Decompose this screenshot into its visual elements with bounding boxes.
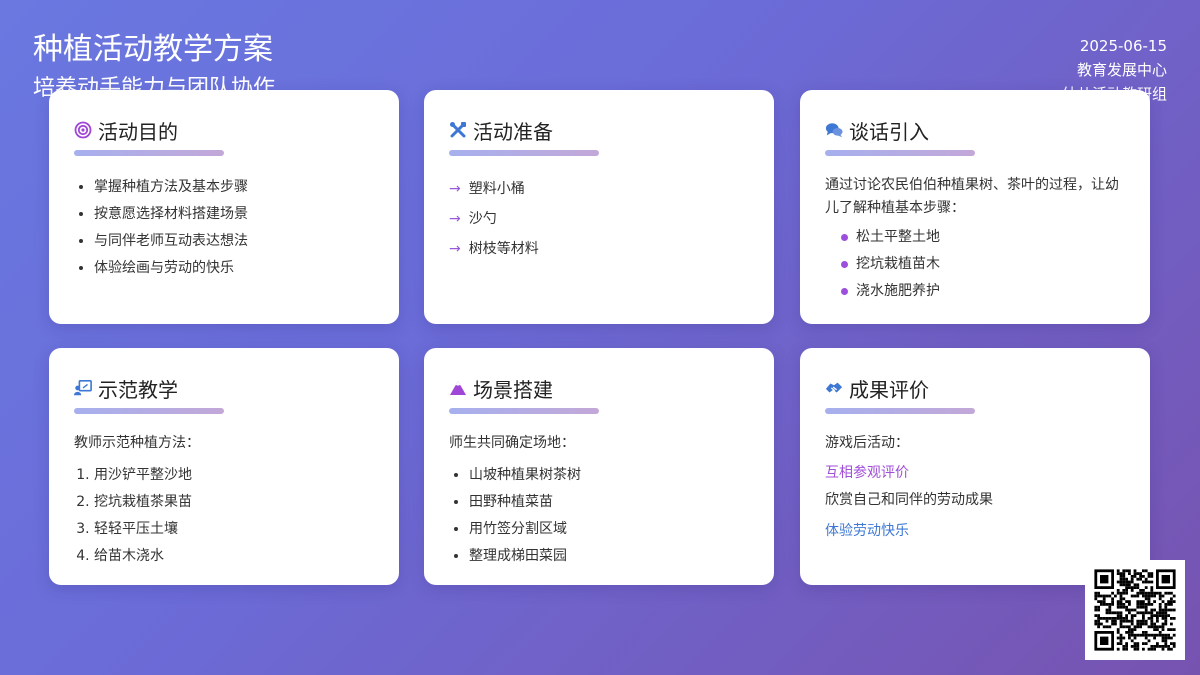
handshake-icon	[825, 379, 843, 397]
list-item: 给苗木浇水	[94, 543, 374, 570]
arrow-right-icon: →	[449, 181, 461, 197]
list-item: 整理成梯田菜园	[469, 543, 749, 570]
list-item: 田野种植菜苗	[469, 489, 749, 516]
experience-joy-link[interactable]: 体验劳动快乐	[825, 520, 1125, 543]
prep-list: → 塑料小桶 → 沙勺 → 树枝等材料	[449, 174, 749, 264]
date-label: 2025-06-15	[1079, 37, 1167, 55]
card-prep: 活动准备 → 塑料小桶 → 沙勺 → 树枝等材料	[424, 90, 774, 324]
card-title: 成果评价	[849, 377, 929, 402]
card-title: 活动准备	[473, 119, 553, 144]
scene-text: 师生共同确定场地：	[449, 435, 575, 451]
teacher-icon	[74, 379, 92, 397]
card-result: 成果评价 游戏后活动： 互相参观评价 欣赏自己和同伴的劳动成果 体验劳动快乐	[800, 348, 1150, 585]
arrow-right-icon: →	[449, 241, 461, 257]
bullet-dot-icon	[841, 261, 848, 268]
title-underline	[825, 150, 975, 156]
org-label: 教育发展中心	[1076, 61, 1167, 79]
bullet-dot-icon	[841, 288, 848, 295]
list-item: 挖坑栽植茶果苗	[94, 489, 374, 516]
mountain-icon	[449, 379, 467, 397]
list-item: 与同伴老师互动表达想法	[94, 228, 374, 255]
page-title: 种植活动教学方案	[33, 32, 273, 67]
title-underline	[449, 150, 599, 156]
card-scene: 场景搭建 师生共同确定场地： 山坡种植果树茶树 田野种植菜苗 用竹签分割区域 整…	[424, 348, 774, 585]
list-item: 山坡种植果树茶树	[469, 462, 749, 489]
arrow-right-icon: →	[449, 211, 461, 227]
list-item: 浇水施肥养护	[841, 278, 1125, 305]
card-demo: 示范教学 教师示范种植方法： 用沙铲平整沙地 挖坑栽植茶果苗 轻轻平压土壤 给苗…	[49, 348, 399, 585]
card-title: 场景搭建	[473, 377, 553, 402]
title-underline	[449, 408, 599, 414]
peer-review-link[interactable]: 互相参观评价	[825, 462, 1125, 485]
list-item: → 塑料小桶	[449, 181, 525, 197]
demo-text: 教师示范种植方法：	[74, 435, 200, 451]
title-underline	[74, 150, 224, 156]
goal-list: 掌握种植方法及基本步骤 按意愿选择材料搭建场景 与同伴老师互动表达想法 体验绘画…	[74, 174, 374, 282]
list-item: → 沙勺	[449, 211, 497, 227]
card-title: 活动目的	[98, 119, 178, 144]
card-intro: 谈话引入 通过讨论农民伯伯种植果树、茶叶的过程，让幼儿了解种植基本步骤： 松土平…	[800, 90, 1150, 324]
result-line: 欣赏自己和同伴的劳动成果	[825, 492, 993, 508]
tools-icon	[449, 121, 467, 139]
list-item: → 树枝等材料	[449, 241, 539, 257]
list-item: 轻轻平压土壤	[94, 516, 374, 543]
list-item: 体验绘画与劳动的快乐	[94, 255, 374, 282]
scene-list: 山坡种植果树茶树 田野种植菜苗 用竹签分割区域 整理成梯田菜园	[449, 462, 749, 570]
list-item: 松土平整土地	[841, 224, 1125, 251]
qr-code-icon[interactable]	[1085, 560, 1185, 660]
list-item: 按意愿选择材料搭建场景	[94, 201, 374, 228]
title-underline	[74, 408, 224, 414]
intro-list: 松土平整土地 挖坑栽植苗木 浇水施肥养护	[825, 224, 1125, 305]
target-icon	[74, 121, 92, 139]
bullet-dot-icon	[841, 234, 848, 241]
title-underline	[825, 408, 975, 414]
list-item: 用竹签分割区域	[469, 516, 749, 543]
list-item: 用沙铲平整沙地	[94, 462, 374, 489]
chat-icon	[825, 121, 843, 139]
list-item: 掌握种植方法及基本步骤	[94, 174, 374, 201]
card-title: 示范教学	[98, 377, 178, 402]
card-goal: 活动目的 掌握种植方法及基本步骤 按意愿选择材料搭建场景 与同伴老师互动表达想法…	[49, 90, 399, 324]
result-text: 游戏后活动：	[825, 435, 909, 451]
intro-text: 通过讨论农民伯伯种植果树、茶叶的过程，让幼儿了解种植基本步骤：	[825, 177, 1119, 216]
demo-list: 用沙铲平整沙地 挖坑栽植茶果苗 轻轻平压土壤 给苗木浇水	[74, 462, 374, 570]
list-item: 挖坑栽植苗木	[841, 251, 1125, 278]
card-title: 谈话引入	[849, 119, 929, 144]
